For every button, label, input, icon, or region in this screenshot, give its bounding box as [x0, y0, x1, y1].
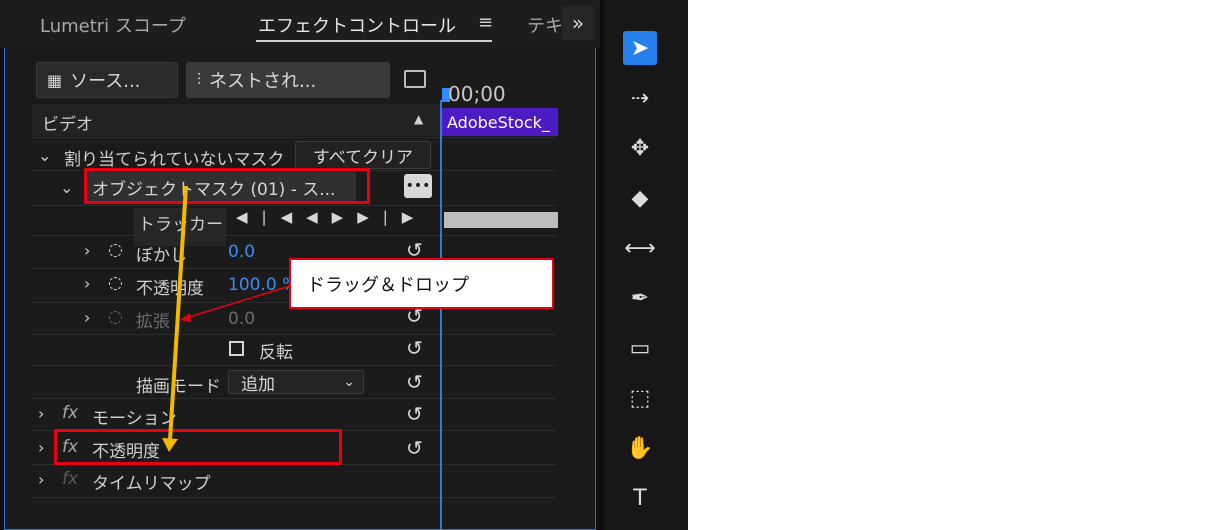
frame-select-tool-icon[interactable]: ⬚ [623, 381, 657, 415]
track-select-tool-icon[interactable]: ⇢ [623, 81, 657, 115]
drag-arrow-line [168, 185, 188, 441]
slip-tool-icon[interactable]: ⟷ [623, 231, 657, 265]
callout-pointer-head [180, 313, 191, 322]
razor-tool-icon[interactable]: ◆ [623, 181, 657, 215]
selection-tool-icon[interactable]: ➤ [623, 31, 657, 65]
callout-pointer-line [185, 285, 291, 319]
drag-arrow-head [162, 438, 178, 452]
hand-tool-icon[interactable]: ✋ [623, 431, 657, 465]
rectangle-tool-icon[interactable]: ▭ [623, 331, 657, 365]
pen-tool-icon[interactable]: ✒ [623, 281, 657, 315]
type-tool-icon[interactable]: T [623, 481, 657, 515]
drag-drop-callout: ドラッグ＆ドロップ [289, 258, 554, 309]
ripple-edit-tool-icon[interactable]: ✥ [623, 131, 657, 165]
